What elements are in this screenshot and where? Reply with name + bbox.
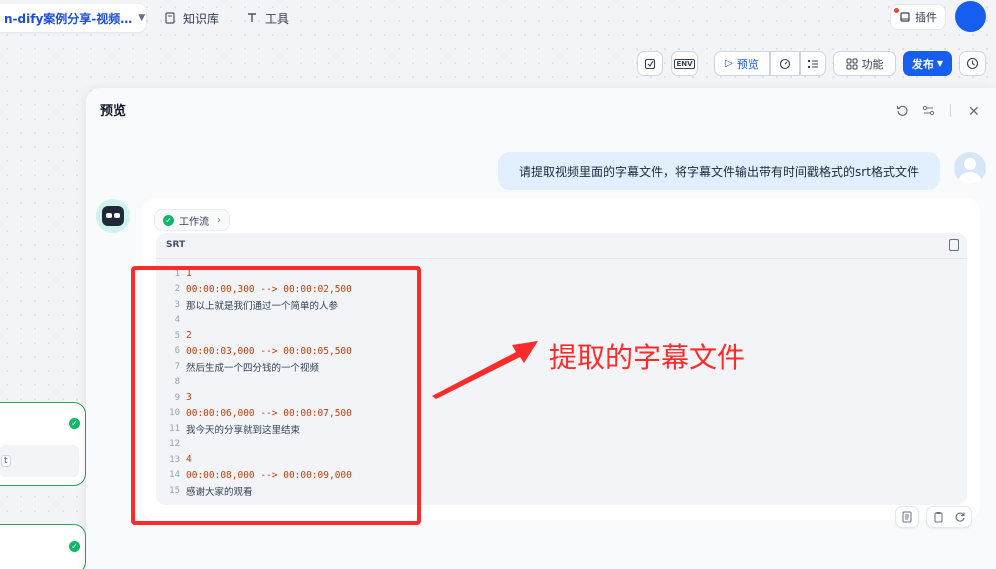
nav-tools[interactable]: 工具 <box>245 8 289 28</box>
workflow-node-fragment-2[interactable]: ✓ <box>0 524 86 569</box>
top-bar: n-dify案例分享-视频… ▼ 知识库 工具 插件 <box>0 0 996 36</box>
app-title: n-dify案例分享-视频… <box>4 11 133 26</box>
user-message-text: 请提取视频里面的字幕文件，将字幕文件输出带有时间戳格式的srt格式文件 <box>519 164 919 179</box>
copy-icon[interactable] <box>949 239 959 251</box>
bot-avatar <box>96 199 130 233</box>
preview-label: 预览 <box>736 57 759 71</box>
success-check-icon: ✓ <box>69 418 80 429</box>
grid-icon <box>846 58 857 69</box>
gauge-icon <box>779 58 791 69</box>
file-text-icon <box>902 511 912 523</box>
workflow-node-fragment[interactable]: ✓ t <box>0 402 86 486</box>
publish-label: 发布 <box>911 57 934 71</box>
panel-title: 预览 <box>100 104 127 119</box>
plugin-button[interactable]: 插件 <box>890 4 946 30</box>
run-history-button[interactable] <box>800 51 826 76</box>
copy-icon[interactable] <box>932 511 944 523</box>
success-check-icon: ✓ <box>69 541 80 552</box>
features-label: 功能 <box>861 57 884 71</box>
code-header: SRT <box>156 233 967 259</box>
publish-button[interactable]: 发布 ▼ <box>903 51 952 76</box>
chevron-right-icon: › <box>217 214 221 226</box>
node-variable-area: t <box>0 445 79 477</box>
tool-icon <box>245 11 259 25</box>
plugin-label: 插件 <box>915 11 937 24</box>
nav-knowledge-label: 知识库 <box>183 11 220 26</box>
notification-dot <box>894 8 899 13</box>
restart-icon[interactable] <box>896 104 909 121</box>
preview-button[interactable]: ▷ 预览 <box>714 51 770 76</box>
workflow-tag-label: 工作流 <box>179 216 209 228</box>
features-button[interactable]: 功能 <box>833 51 896 76</box>
annotation-highlight-box <box>131 266 421 525</box>
user-avatar-top[interactable] <box>955 1 986 32</box>
success-check-icon: ✓ <box>163 214 174 226</box>
divider <box>950 104 951 117</box>
nav-tools-label: 工具 <box>265 11 290 26</box>
regenerate-icon[interactable] <box>954 511 966 523</box>
list-check-icon <box>808 59 818 68</box>
chevron-down-icon: ▼ <box>936 59 944 68</box>
variables-icon[interactable] <box>922 104 935 121</box>
book-icon <box>163 11 177 25</box>
annotation-label: 提取的字幕文件 <box>549 341 746 374</box>
annotation-arrow <box>432 341 538 399</box>
debug-run-button[interactable] <box>770 51 800 76</box>
history-icon <box>966 57 979 70</box>
plugin-icon <box>900 12 910 22</box>
env-label: ENV <box>674 58 695 69</box>
nav-knowledge[interactable]: 知识库 <box>163 8 219 28</box>
checklist-button[interactable] <box>637 51 663 76</box>
code-language: SRT <box>166 240 186 250</box>
play-icon: ▷ <box>725 58 733 69</box>
close-icon[interactable]: ✕ <box>968 104 980 120</box>
version-history-button[interactable] <box>959 51 986 76</box>
user-message-bubble: 请提取视频里面的字幕文件，将字幕文件输出带有时间戳格式的srt格式文件 <box>498 152 940 190</box>
app-selector[interactable]: n-dify案例分享-视频… ▼ <box>0 4 146 32</box>
env-button[interactable]: ENV <box>671 51 698 76</box>
user-avatar <box>954 152 986 184</box>
edit-check-icon <box>644 58 656 69</box>
message-actions <box>926 506 972 528</box>
node-variable-tag: t <box>1 455 11 467</box>
log-button[interactable] <box>895 506 919 528</box>
chevron-down-icon: ▼ <box>138 13 146 23</box>
workflow-process-tag[interactable]: ✓ 工作流 › <box>154 209 230 231</box>
